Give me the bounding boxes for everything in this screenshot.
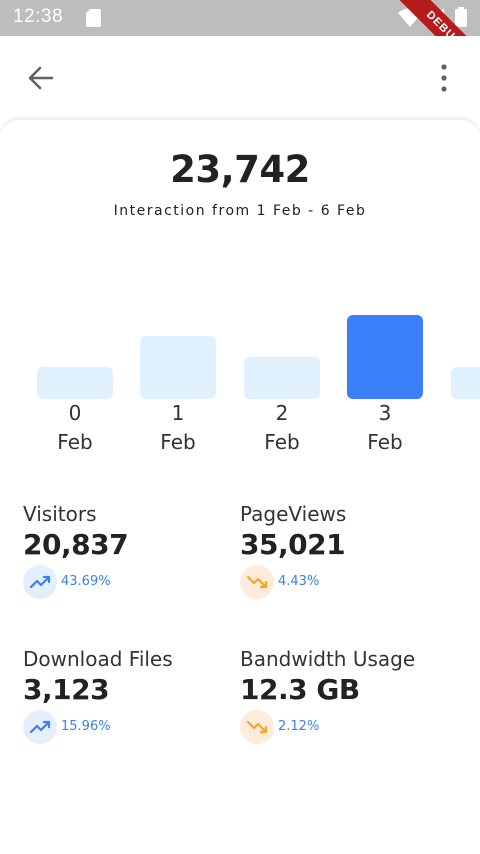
trending-down-icon — [240, 710, 274, 744]
trending-up-icon — [23, 565, 57, 599]
battery-icon — [455, 7, 467, 27]
stat-visitors: Visitors 20,837 43.69% — [23, 502, 223, 599]
bar-label-0: 0 Feb — [57, 401, 93, 454]
stat-value: 3,123 — [23, 673, 110, 706]
bar-label-2: 2 Feb — [264, 401, 300, 454]
bar-label-3: 3 Feb — [367, 401, 403, 454]
bar-partial[interactable] — [451, 367, 480, 399]
app-bar — [0, 36, 480, 120]
sd-card-icon — [86, 9, 101, 27]
stat-label: PageViews — [240, 502, 347, 526]
date-range: Interaction from 1 Feb - 6 Feb — [113, 203, 367, 219]
status-time: 12:38 — [13, 6, 64, 27]
stat-pageviews: PageViews 35,021 4.43% — [240, 502, 440, 599]
bar-label-1: 1 Feb — [160, 401, 196, 454]
back-arrow-icon[interactable] — [22, 60, 62, 96]
stat-label: Bandwidth Usage — [240, 647, 416, 671]
total-interactions: 23,742 — [170, 148, 310, 191]
bar-1[interactable] — [140, 336, 216, 399]
stat-change: 43.69% — [61, 574, 111, 589]
stat-bandwidth-usage: Bandwidth Usage 12.3 GB 2.12% — [240, 647, 440, 744]
stat-value: 35,021 — [240, 528, 346, 561]
stat-value: 20,837 — [23, 528, 129, 561]
stat-change: 15.96% — [61, 719, 111, 734]
stat-download-files: Download Files 3,123 15.96% — [23, 647, 223, 744]
stat-change: 2.12% — [278, 719, 320, 734]
bar-0[interactable] — [37, 367, 113, 399]
stat-value: 12.3 GB — [240, 673, 360, 706]
stat-label: Visitors — [23, 502, 97, 526]
bar-3[interactable] — [347, 315, 423, 399]
stat-change: 4.43% — [278, 574, 320, 589]
trending-up-icon — [23, 710, 57, 744]
stat-label: Download Files — [23, 647, 173, 671]
more-vert-icon[interactable] — [428, 60, 460, 96]
trending-down-icon — [240, 565, 274, 599]
bar-2[interactable] — [244, 357, 320, 399]
